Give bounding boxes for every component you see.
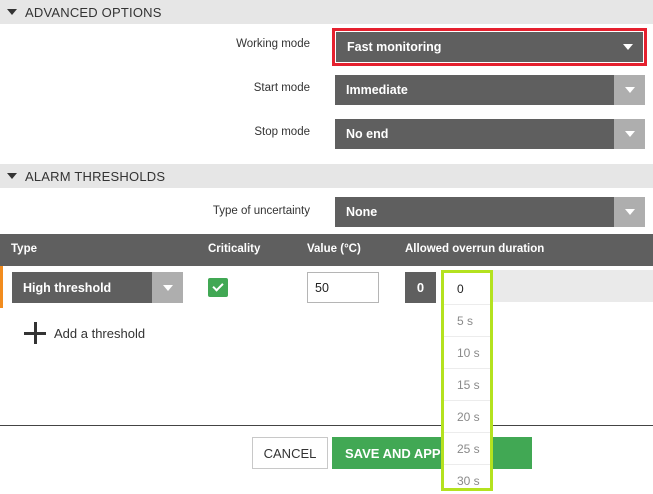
criticality-checkbox[interactable] bbox=[208, 278, 228, 297]
footer-divider bbox=[0, 425, 653, 426]
column-overrun-duration: Allowed overrun duration bbox=[405, 243, 545, 255]
dropdown-option[interactable]: 10 s bbox=[444, 337, 490, 369]
overrun-duration-select[interactable]: 0 bbox=[405, 272, 436, 303]
overrun-duration-value: 0 bbox=[416, 280, 425, 295]
threshold-value-input[interactable] bbox=[307, 272, 379, 303]
chevron-down-icon[interactable] bbox=[614, 119, 645, 149]
column-value: Value (°C) bbox=[307, 243, 361, 255]
save-and-apply-button[interactable]: SAVE AND APPLY bbox=[332, 437, 532, 469]
add-threshold-label: Add a threshold bbox=[54, 325, 146, 341]
add-threshold-button[interactable]: Add a threshold bbox=[24, 322, 145, 344]
collapse-triangle-icon[interactable] bbox=[7, 173, 17, 179]
column-type: Type bbox=[11, 243, 37, 255]
advanced-options-header[interactable]: ADVANCED OPTIONS bbox=[0, 0, 653, 24]
start-mode-label: Start mode bbox=[253, 82, 310, 94]
column-criticality: Criticality bbox=[208, 243, 261, 255]
cancel-button[interactable]: CANCEL bbox=[252, 437, 328, 469]
chevron-down-icon[interactable] bbox=[614, 197, 645, 227]
stop-mode-value: No end bbox=[346, 127, 389, 141]
dropdown-option[interactable]: 20 s bbox=[444, 401, 490, 433]
start-mode-select[interactable]: Immediate bbox=[335, 75, 645, 105]
start-mode-value: Immediate bbox=[346, 83, 408, 97]
chevron-down-icon[interactable] bbox=[614, 75, 645, 105]
chevron-down-icon[interactable] bbox=[152, 272, 183, 303]
alarm-thresholds-title: ALARM THRESHOLDS bbox=[25, 168, 166, 184]
dropdown-option[interactable]: 5 s bbox=[444, 305, 490, 337]
dropdown-option[interactable]: 15 s bbox=[444, 369, 490, 401]
dropdown-option[interactable]: 30 s bbox=[444, 465, 490, 488]
thresholds-table-header: Type Criticality Value (°C) Allowed over… bbox=[0, 234, 653, 266]
chevron-down-icon[interactable] bbox=[612, 32, 643, 62]
stop-mode-label: Stop mode bbox=[254, 126, 310, 138]
dropdown-option[interactable]: 25 s bbox=[444, 433, 490, 465]
collapse-triangle-icon[interactable] bbox=[7, 9, 17, 15]
checkmark-icon bbox=[212, 280, 224, 292]
alarm-thresholds-header[interactable]: ALARM THRESHOLDS bbox=[0, 164, 653, 188]
advanced-options-title: ADVANCED OPTIONS bbox=[25, 4, 162, 20]
working-mode-select[interactable]: Fast monitoring bbox=[336, 32, 643, 62]
threshold-type-select[interactable]: High threshold bbox=[12, 272, 183, 303]
working-mode-label: Working mode bbox=[236, 38, 310, 50]
working-mode-value: Fast monitoring bbox=[347, 40, 442, 54]
overrun-duration-dropdown: 0 5 s 10 s 15 s 20 s 25 s 30 s bbox=[441, 270, 493, 491]
uncertainty-label: Type of uncertainty bbox=[212, 205, 310, 217]
dropdown-selected-bar bbox=[493, 270, 653, 302]
row-accent-bar bbox=[0, 266, 3, 308]
threshold-type-value: High threshold bbox=[23, 280, 112, 295]
plus-icon bbox=[24, 322, 46, 344]
uncertainty-select[interactable]: None bbox=[335, 197, 645, 227]
dropdown-option[interactable]: 0 bbox=[444, 273, 490, 305]
stop-mode-select[interactable]: No end bbox=[335, 119, 645, 149]
uncertainty-value: None bbox=[346, 205, 378, 219]
